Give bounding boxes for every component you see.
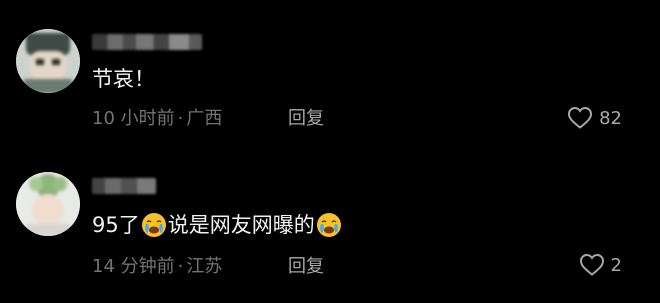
like-count: 2	[610, 254, 622, 276]
heart-outline-icon	[568, 106, 593, 129]
comment-meta: 10 小时前 · 广西	[92, 106, 222, 132]
location: 江苏	[186, 256, 223, 277]
location: 广西	[186, 108, 223, 129]
timestamp: 10 小时前	[92, 108, 175, 129]
comment-body-middle: 说是网友网曝的	[167, 213, 315, 237]
crying-face-emoji-icon	[141, 213, 166, 237]
reply-button[interactable]: 回复	[288, 106, 324, 132]
comment-body-start: 95了	[92, 213, 140, 237]
separator-dot: ·	[177, 108, 184, 129]
like-button[interactable]: 82	[567, 106, 622, 130]
comment-item: ████ 95了 说是网友网曝的 14 分钟前·江苏 回复 2	[0, 150, 660, 303]
crying-face-emoji-icon	[316, 213, 341, 237]
comment-item: ██████ 节哀！ 10 小时前·广西 回复 82	[0, 0, 660, 150]
like-count: 82	[599, 107, 622, 129]
username[interactable]: ████	[92, 178, 156, 194]
comment-text: 95了 说是网友网曝的	[92, 210, 343, 240]
comment-body: 节哀！	[92, 67, 155, 91]
comment-text: 节哀！	[92, 64, 155, 94]
separator-dot: ·	[177, 256, 184, 277]
like-button[interactable]: 2	[579, 253, 622, 277]
timestamp: 14 分钟前	[92, 256, 175, 277]
avatar[interactable]	[16, 29, 80, 93]
reply-button[interactable]: 回复	[288, 254, 324, 280]
comment-meta: 14 分钟前 · 江苏	[92, 254, 222, 280]
avatar[interactable]	[16, 172, 80, 236]
username[interactable]: ██████	[92, 34, 202, 50]
heart-outline-icon	[579, 253, 604, 276]
